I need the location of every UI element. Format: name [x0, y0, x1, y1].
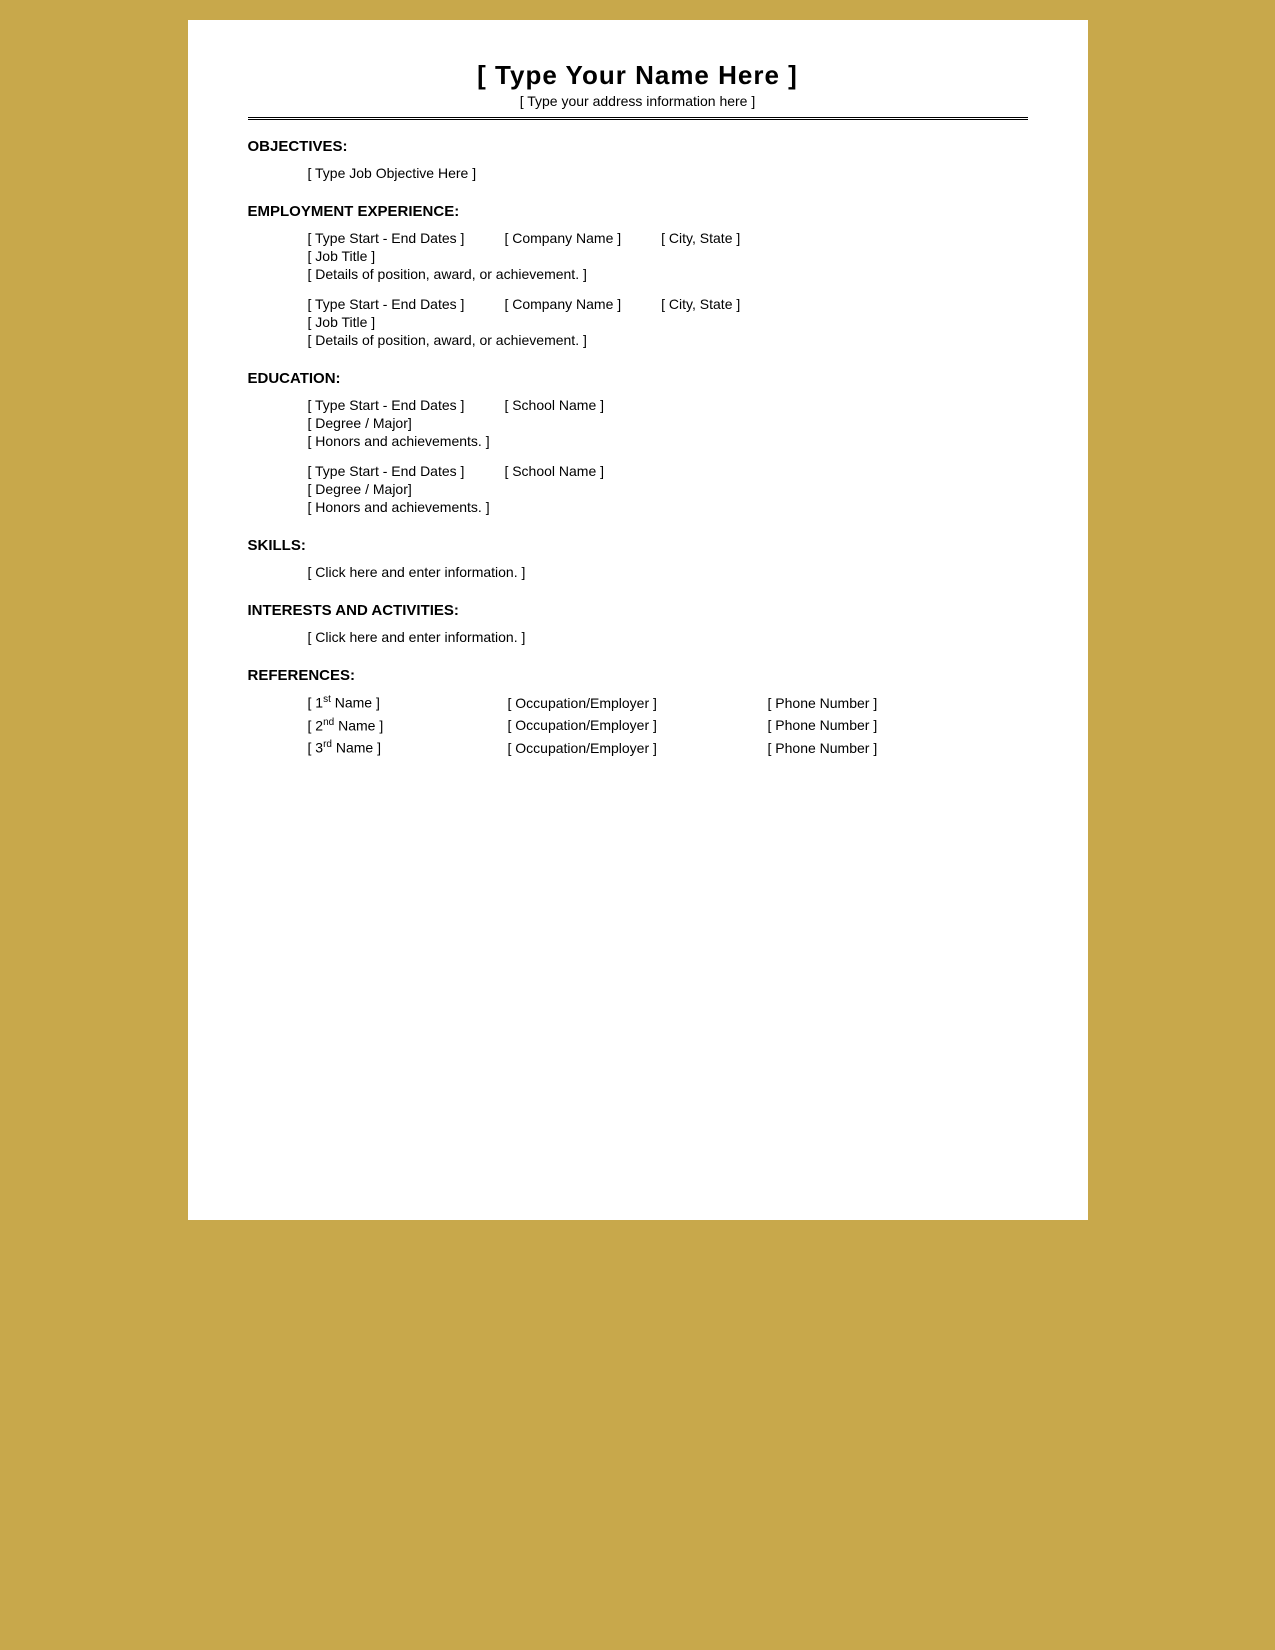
interests-placeholder[interactable]: [ Click here and enter information. ]	[308, 629, 1028, 645]
header-divider	[248, 117, 1028, 120]
emp2-company[interactable]: [ Company Name ]	[504, 296, 621, 312]
education-entry-2: [ Type Start - End Dates ] [ School Name…	[308, 463, 1028, 515]
emp1-job-title[interactable]: [ Job Title ]	[308, 248, 1028, 264]
employment-entry-1: [ Type Start - End Dates ] [ Company Nam…	[308, 230, 1028, 282]
emp1-city[interactable]: [ City, State ]	[661, 230, 740, 246]
references-title: REFERENCES:	[248, 667, 1028, 684]
ref2-occupation[interactable]: [ Occupation/Employer ]	[508, 717, 768, 733]
reference-row-3: [ 3rd Name ] [ Occupation/Employer ] [ P…	[308, 739, 1028, 756]
education-entry-1: [ Type Start - End Dates ] [ School Name…	[308, 397, 1028, 449]
edu2-dates[interactable]: [ Type Start - End Dates ]	[308, 463, 465, 479]
edu2-honors[interactable]: [ Honors and achievements. ]	[308, 499, 1028, 515]
ref3-name[interactable]: [ 3rd Name ]	[308, 739, 508, 756]
edu1-dates[interactable]: [ Type Start - End Dates ]	[308, 397, 465, 413]
employment-row-1: [ Type Start - End Dates ] [ Company Nam…	[308, 230, 1028, 246]
resume-page: [ Type Your Name Here ] [ Type your addr…	[188, 20, 1088, 1220]
objectives-placeholder[interactable]: [ Type Job Objective Here ]	[308, 165, 1028, 181]
address-field[interactable]: [ Type your address information here ]	[248, 93, 1028, 109]
employment-section: EMPLOYMENT EXPERIENCE: [ Type Start - En…	[248, 203, 1028, 348]
emp2-city[interactable]: [ City, State ]	[661, 296, 740, 312]
edu1-honors[interactable]: [ Honors and achievements. ]	[308, 433, 1028, 449]
employment-entry-2: [ Type Start - End Dates ] [ Company Nam…	[308, 296, 1028, 348]
emp2-details[interactable]: [ Details of position, award, or achieve…	[308, 332, 1028, 348]
employment-title: EMPLOYMENT EXPERIENCE:	[248, 203, 1028, 220]
emp2-job-title[interactable]: [ Job Title ]	[308, 314, 1028, 330]
ref2-name[interactable]: [ 2nd Name ]	[308, 717, 508, 734]
education-row-1: [ Type Start - End Dates ] [ School Name…	[308, 397, 1028, 413]
interests-title: INTERESTS AND ACTIVITIES:	[248, 602, 1028, 619]
objectives-section: OBJECTIVES: [ Type Job Objective Here ]	[248, 138, 1028, 181]
objectives-title: OBJECTIVES:	[248, 138, 1028, 155]
emp1-dates[interactable]: [ Type Start - End Dates ]	[308, 230, 465, 246]
ref1-name[interactable]: [ 1st Name ]	[308, 694, 508, 711]
employment-row-2: [ Type Start - End Dates ] [ Company Nam…	[308, 296, 1028, 312]
interests-section: INTERESTS AND ACTIVITIES: [ Click here a…	[248, 602, 1028, 645]
emp1-details[interactable]: [ Details of position, award, or achieve…	[308, 266, 1028, 282]
reference-row-1: [ 1st Name ] [ Occupation/Employer ] [ P…	[308, 694, 1028, 711]
edu2-degree[interactable]: [ Degree / Major]	[308, 481, 1028, 497]
ref1-occupation[interactable]: [ Occupation/Employer ]	[508, 695, 768, 711]
skills-section: SKILLS: [ Click here and enter informati…	[248, 537, 1028, 580]
name-field[interactable]: [ Type Your Name Here ]	[248, 60, 1028, 91]
education-row-2: [ Type Start - End Dates ] [ School Name…	[308, 463, 1028, 479]
header: [ Type Your Name Here ] [ Type your addr…	[248, 60, 1028, 109]
emp2-dates[interactable]: [ Type Start - End Dates ]	[308, 296, 465, 312]
ref3-occupation[interactable]: [ Occupation/Employer ]	[508, 740, 768, 756]
references-section: REFERENCES: [ 1st Name ] [ Occupation/Em…	[248, 667, 1028, 756]
edu1-degree[interactable]: [ Degree / Major]	[308, 415, 1028, 431]
education-title: EDUCATION:	[248, 370, 1028, 387]
reference-row-2: [ 2nd Name ] [ Occupation/Employer ] [ P…	[308, 717, 1028, 734]
education-section: EDUCATION: [ Type Start - End Dates ] [ …	[248, 370, 1028, 515]
ref3-phone[interactable]: [ Phone Number ]	[768, 740, 988, 756]
edu2-school[interactable]: [ School Name ]	[504, 463, 604, 479]
skills-placeholder[interactable]: [ Click here and enter information. ]	[308, 564, 1028, 580]
emp1-company[interactable]: [ Company Name ]	[504, 230, 621, 246]
edu1-school[interactable]: [ School Name ]	[504, 397, 604, 413]
ref1-phone[interactable]: [ Phone Number ]	[768, 695, 988, 711]
skills-title: SKILLS:	[248, 537, 1028, 554]
ref2-phone[interactable]: [ Phone Number ]	[768, 717, 988, 733]
